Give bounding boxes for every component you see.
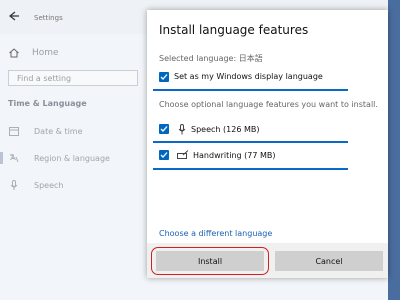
nav-home-label: Home bbox=[32, 48, 59, 58]
nav-item-label: Region & language bbox=[34, 153, 110, 163]
handwriting-icon bbox=[177, 150, 189, 163]
speech-checkbox[interactable] bbox=[159, 124, 169, 134]
settings-title: Settings bbox=[34, 14, 63, 22]
section-heading: Time & Language bbox=[8, 99, 87, 108]
search-placeholder: Find a setting bbox=[17, 74, 72, 83]
display-language-label: Set as my Windows display language bbox=[174, 72, 323, 81]
highlight-ring bbox=[151, 247, 269, 275]
checkmark-icon bbox=[160, 74, 168, 80]
active-indicator bbox=[0, 152, 3, 164]
search-input[interactable]: Find a setting bbox=[8, 70, 138, 86]
checkmark-icon bbox=[160, 126, 168, 132]
microphone-icon bbox=[177, 124, 187, 138]
nav-home[interactable]: Home bbox=[8, 44, 59, 62]
divider bbox=[153, 141, 348, 143]
handwriting-checkbox[interactable] bbox=[159, 150, 169, 160]
region-icon bbox=[8, 152, 20, 164]
selected-language: Selected language: 日本語 bbox=[159, 54, 263, 63]
calendar-icon bbox=[8, 125, 20, 137]
nav-item-date-time[interactable]: Date & time bbox=[8, 123, 83, 139]
back-arrow-icon[interactable] bbox=[8, 10, 20, 22]
nav-item-speech[interactable]: Speech bbox=[8, 177, 63, 193]
microphone-icon bbox=[8, 179, 20, 191]
cancel-button[interactable]: Cancel bbox=[275, 251, 383, 271]
dialog-footer: Install Cancel bbox=[147, 243, 388, 278]
nav-item-region-language[interactable]: Region & language bbox=[8, 150, 110, 166]
optional-features-prompt: Choose optional language features you wa… bbox=[159, 100, 378, 109]
choose-different-language-link[interactable]: Choose a different language bbox=[159, 229, 272, 238]
nav-item-label: Speech bbox=[34, 180, 64, 190]
home-icon bbox=[8, 47, 20, 59]
nav-item-label: Date & time bbox=[34, 126, 83, 136]
divider bbox=[153, 168, 348, 170]
speech-feature-label: Speech (126 MB) bbox=[191, 125, 260, 134]
dialog-title: Install language features bbox=[159, 23, 309, 37]
desktop-background bbox=[388, 0, 400, 300]
checkmark-icon bbox=[160, 152, 168, 158]
handwriting-feature-label: Handwriting (77 MB) bbox=[193, 151, 276, 160]
divider bbox=[153, 89, 348, 91]
display-language-checkbox[interactable] bbox=[159, 72, 169, 82]
install-language-features-dialog: Install language features Selected langu… bbox=[147, 10, 388, 278]
